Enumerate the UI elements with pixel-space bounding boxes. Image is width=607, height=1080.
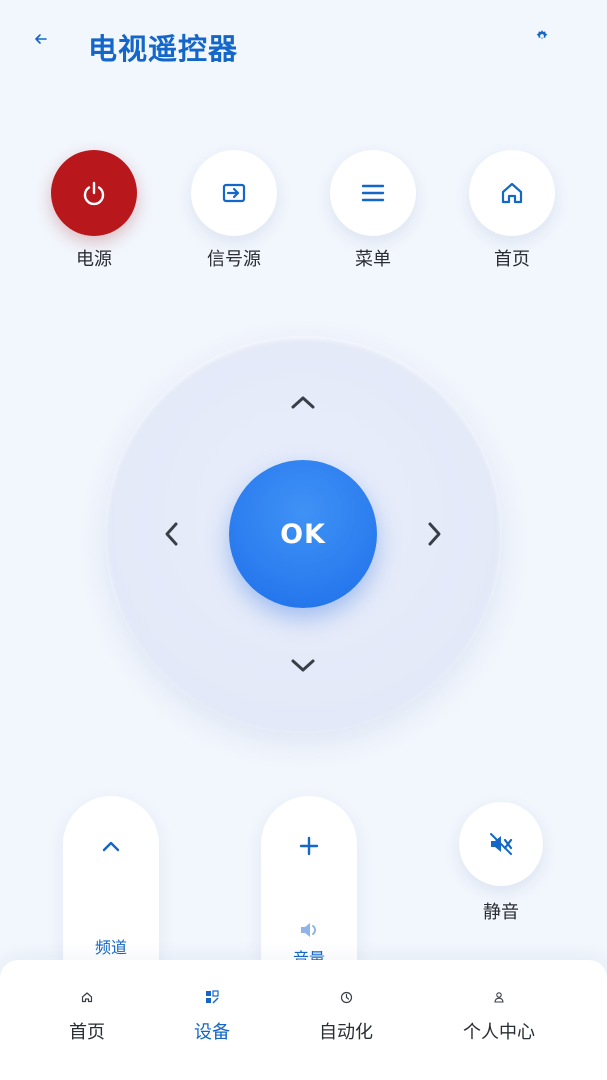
home-label: 首页 [494, 249, 530, 270]
channel-label: 频道 [94, 938, 127, 957]
chevron-up-icon [102, 841, 120, 852]
chevron-right-icon [428, 522, 441, 546]
plus-icon [299, 836, 319, 856]
chevron-up-icon [291, 396, 315, 409]
home-icon [81, 992, 93, 1003]
nav-item-devices[interactable]: 设备 [152, 988, 272, 1044]
nav-label-automation: 自动化 [319, 1022, 373, 1043]
settings-button[interactable] [528, 22, 556, 50]
dpad-left-button[interactable] [147, 510, 195, 558]
menu-icon [361, 184, 385, 202]
power-icon [83, 181, 105, 206]
mute-button[interactable] [459, 802, 543, 886]
chevron-down-icon [291, 659, 315, 672]
devices-icon [206, 990, 219, 1004]
nav-item-automation[interactable]: 自动化 [286, 988, 406, 1044]
nav-label-home: 首页 [69, 1022, 105, 1043]
nav-item-home[interactable]: 首页 [27, 988, 147, 1044]
back-button[interactable] [28, 26, 54, 52]
dpad-right-button[interactable] [411, 510, 459, 558]
nav-label-profile: 个人中心 [463, 1022, 535, 1043]
arrow-left-icon [35, 34, 47, 44]
input-source-button[interactable] [191, 150, 277, 236]
nav-item-profile[interactable]: 个人中心 [439, 988, 559, 1044]
menu-button[interactable] [330, 150, 416, 236]
person-icon [494, 992, 504, 1003]
home-button[interactable] [469, 150, 555, 236]
ok-button[interactable]: OK [229, 460, 377, 608]
menu-label: 菜单 [355, 249, 391, 270]
dpad-up-button[interactable] [279, 378, 327, 426]
volume-up-button[interactable] [285, 822, 333, 870]
channel-up-button[interactable] [87, 822, 135, 870]
gear-icon [536, 30, 548, 40]
power-label: 电源 [76, 249, 112, 270]
chevron-left-icon [165, 522, 178, 546]
mute-icon [490, 833, 513, 855]
page-title: 电视遥控器 [88, 32, 239, 66]
home-icon [501, 182, 523, 204]
speaker-icon [299, 920, 319, 940]
power-button[interactable] [51, 150, 137, 236]
clock-icon [340, 991, 352, 1003]
dpad-down-button[interactable] [279, 642, 327, 690]
mute-label: 静音 [483, 902, 519, 923]
input-source-icon [222, 183, 246, 203]
nav-label-devices: 设备 [194, 1022, 230, 1043]
input-source-label: 信号源 [207, 249, 261, 270]
